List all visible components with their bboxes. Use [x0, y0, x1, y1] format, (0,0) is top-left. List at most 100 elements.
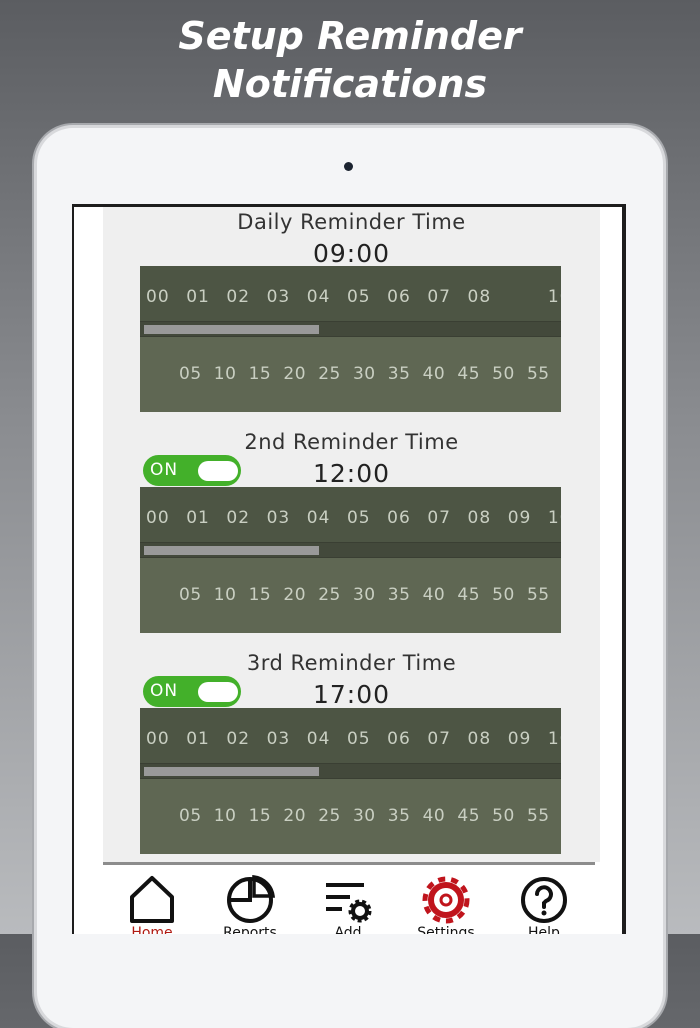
hour-option[interactable]: 10	[548, 287, 561, 307]
third-reminder-title: 3rd Reminder Time	[246, 651, 457, 675]
hour-option[interactable]: 06	[387, 287, 427, 307]
hour-selector[interactable]: 000102030405060708 10	[140, 266, 561, 321]
minute-option[interactable]: 50	[492, 364, 527, 384]
hour-option[interactable]: 10	[548, 508, 561, 528]
daily-time-picker[interactable]: 00010203040506070810 0510152025303540455…	[140, 266, 561, 412]
minute-option[interactable]: 35	[388, 806, 423, 826]
gear-icon	[422, 876, 470, 924]
minute-selector[interactable]: 05 10 15 20 25 30 35 40 45 50 55	[140, 337, 561, 412]
hour-selector[interactable]: 0001020304050607080910	[140, 487, 561, 542]
hour-option[interactable]: 01	[186, 287, 226, 307]
minute-option[interactable]: 50	[492, 585, 527, 605]
second-reminder-time: 12:00	[312, 459, 391, 488]
minute-option[interactable]: 30	[353, 585, 388, 605]
hour-option[interactable]: 07	[427, 729, 467, 749]
minute-option[interactable]: 45	[457, 806, 492, 826]
hour-list: 0001020304050607080910	[146, 729, 561, 749]
third-time-picker[interactable]: 0001020304050607080910 05101520253035404…	[140, 708, 561, 854]
promo-title-line2: Notifications	[212, 62, 488, 106]
hour-option[interactable]: 10	[548, 729, 561, 749]
scroll-thumb[interactable]	[144, 325, 319, 334]
minute-option[interactable]: 40	[423, 585, 458, 605]
hour-option[interactable]: 08	[468, 508, 508, 528]
minute-option[interactable]: 20	[283, 364, 318, 384]
hour-option[interactable]: 03	[267, 287, 307, 307]
minute-selector[interactable]: 05 10 15 20 25 30 35 40 45 50 55	[140, 779, 561, 854]
minute-option[interactable]: 45	[457, 585, 492, 605]
minute-option[interactable]: 55	[527, 364, 561, 384]
minute-option[interactable]: 35	[388, 585, 423, 605]
hour-option[interactable]: 05	[347, 287, 387, 307]
minute-option[interactable]: 30	[353, 806, 388, 826]
minute-option[interactable]: 40	[423, 806, 458, 826]
hour-option[interactable]: 00	[146, 508, 186, 528]
hour-option[interactable]: 05	[347, 729, 387, 749]
hour-option[interactable]: 01	[186, 729, 226, 749]
tab-add[interactable]: Add	[299, 865, 397, 934]
minute-option[interactable]: 35	[388, 364, 423, 384]
hour-option[interactable]: 05	[347, 508, 387, 528]
hour-option[interactable]: 06	[387, 729, 427, 749]
hour-scrollbar[interactable]	[140, 542, 561, 558]
hour-option[interactable]: 08	[468, 729, 508, 749]
tab-help[interactable]: Help	[495, 865, 593, 934]
minute-selector[interactable]: 05 10 15 20 25 30 35 40 45 50 55	[140, 558, 561, 633]
minute-option[interactable]: 20	[283, 585, 318, 605]
minute-option[interactable]: 15	[249, 806, 284, 826]
minute-option[interactable]: 25	[318, 364, 353, 384]
minute-option[interactable]: 25	[318, 585, 353, 605]
hour-option[interactable]: 01	[186, 508, 226, 528]
hour-option[interactable]: 00	[146, 287, 186, 307]
minute-option[interactable]: 20	[283, 806, 318, 826]
minute-option[interactable]: 25	[318, 806, 353, 826]
tab-bar: Home Reports Add Settings Help	[103, 862, 595, 934]
scroll-thumb[interactable]	[144, 767, 319, 776]
hour-option[interactable]: 07	[427, 287, 467, 307]
tab-settings-label: Settings	[417, 925, 475, 934]
hour-option[interactable]: 07	[427, 508, 467, 528]
app-view: Daily Reminder Time 09:00 00 01 02 03 04 05 06…	[74, 207, 622, 934]
hour-option[interactable]: 04	[307, 287, 347, 307]
hour-option[interactable]: 03	[267, 729, 307, 749]
minute-option[interactable]: 10	[214, 806, 249, 826]
minute-option[interactable]: 05	[179, 806, 214, 826]
minute-option[interactable]: 15	[249, 364, 284, 384]
camera-dot	[344, 162, 353, 171]
list-gear-icon	[326, 883, 372, 923]
minute-list: 05 10 15 20 25 30 35 40 45 50 55	[179, 806, 561, 826]
minute-option[interactable]: 15	[249, 585, 284, 605]
question-icon	[521, 877, 567, 923]
tab-reports[interactable]: Reports	[201, 865, 299, 934]
tab-settings[interactable]: Settings	[397, 865, 495, 934]
minute-option[interactable]: 55	[527, 585, 561, 605]
hour-option[interactable]: 04	[307, 508, 347, 528]
scroll-thumb[interactable]	[144, 546, 319, 555]
hour-option[interactable]: 09	[508, 729, 548, 749]
hour-option[interactable]: 03	[267, 508, 307, 528]
minute-option[interactable]: 10	[214, 364, 249, 384]
tab-home[interactable]: Home	[103, 865, 201, 934]
minute-option[interactable]: 05	[179, 585, 214, 605]
hour-option[interactable]: 09	[508, 508, 548, 528]
minute-option[interactable]: 10	[214, 585, 249, 605]
hour-scrollbar[interactable]	[140, 321, 561, 337]
second-time-picker[interactable]: 0001020304050607080910 05101520253035404…	[140, 487, 561, 633]
hour-selector[interactable]: 0001020304050607080910	[140, 708, 561, 763]
hour-option[interactable]: 04	[307, 729, 347, 749]
minute-option[interactable]: 30	[353, 364, 388, 384]
hour-scrollbar[interactable]	[140, 763, 561, 779]
hour-option[interactable]: 02	[226, 729, 266, 749]
minute-option[interactable]: 55	[527, 806, 561, 826]
daily-reminder-time: 09:00	[312, 239, 391, 268]
tab-home-label: Home	[131, 925, 173, 934]
minute-option[interactable]: 05	[179, 364, 214, 384]
hour-option[interactable]: 08	[468, 287, 508, 307]
minute-option[interactable]: 40	[423, 364, 458, 384]
minute-option[interactable]: 50	[492, 806, 527, 826]
hour-option[interactable]: 06	[387, 508, 427, 528]
hour-option[interactable]: 00	[146, 729, 186, 749]
hour-option[interactable]: 02	[226, 287, 266, 307]
minute-option[interactable]: 45	[457, 364, 492, 384]
daily-reminder-title: Daily Reminder Time	[237, 210, 466, 234]
hour-option[interactable]: 02	[226, 508, 266, 528]
